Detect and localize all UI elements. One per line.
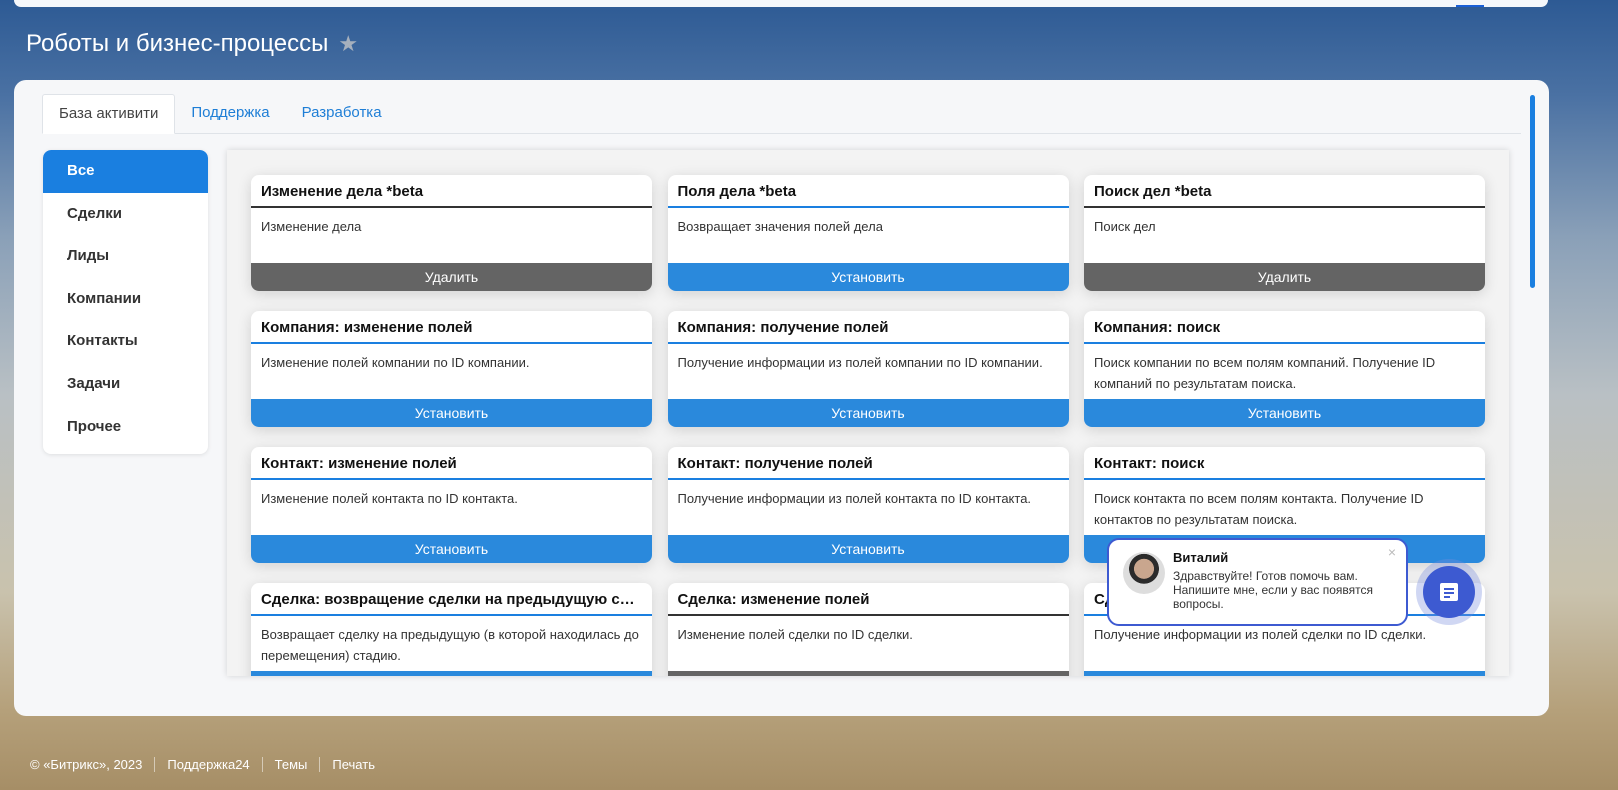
page-title: Роботы и бизнес-процессы ★	[26, 30, 358, 58]
activity-card: Поля дела *beta Возвращает значения поле…	[667, 175, 1069, 291]
card-title: Сделка: изменение полей	[667, 583, 1069, 616]
card-description: Изменение полей компании по ID компании.	[261, 355, 530, 370]
top-bar	[14, 0, 1548, 7]
sidebar-item-deals[interactable]: Сделки	[43, 193, 208, 236]
card-description: Получение информации из полей контакта п…	[677, 491, 1032, 506]
footer-copyright: © «Битрикс», 2023	[30, 757, 143, 772]
activity-card: Сделка: возвращение сделки на предыдущую…	[251, 583, 652, 676]
tab-support[interactable]: Поддержка	[175, 94, 285, 133]
card-description: Поиск дел	[1094, 219, 1156, 234]
card-title: Сделка: возвращение сделки на предыдущую…	[251, 583, 652, 616]
install-button[interactable]: Установить	[251, 535, 652, 563]
footer-link-themes[interactable]: Темы	[261, 757, 307, 772]
footer: © «Битрикс», 2023 Поддержка24 Темы Печат…	[30, 757, 375, 772]
scrollbar[interactable]	[1530, 95, 1535, 288]
card-description: Поиск контакта по всем полям контакта. П…	[1094, 491, 1424, 527]
install-button[interactable]: Установить	[667, 399, 1069, 427]
avatar	[1123, 552, 1165, 594]
install-button[interactable]: Установить	[667, 535, 1069, 563]
chat-popup[interactable]: × Виталий Здравствуйте! Готов помочь вам…	[1107, 538, 1408, 626]
card-description: Изменение дела	[261, 219, 362, 234]
tab-activity-base[interactable]: База активити	[42, 94, 176, 134]
card-title: Поиск дел *beta	[1084, 175, 1485, 208]
activity-card: Компания: изменение полей Изменение поле…	[251, 311, 652, 427]
close-icon[interactable]: ×	[1388, 544, 1396, 560]
chat-button[interactable]	[1416, 559, 1482, 625]
page-title-text: Роботы и бизнес-процессы	[26, 30, 329, 57]
install-button[interactable]: Установить	[251, 671, 652, 676]
card-description: Возвращает значения полей дела	[677, 219, 883, 234]
sidebar-item-companies[interactable]: Компании	[43, 278, 208, 321]
sidebar-item-tasks[interactable]: Задачи	[43, 363, 208, 406]
sidebar-item-all[interactable]: Все	[43, 150, 208, 193]
top-bar-indicator	[1456, 5, 1484, 7]
chat-icon	[1423, 566, 1475, 618]
card-title: Поля дела *beta	[667, 175, 1069, 208]
card-title: Контакт: поиск	[1084, 447, 1485, 480]
activity-card: Контакт: получение полей Получение инфор…	[667, 447, 1069, 563]
sidebar: Все Сделки Лиды Компании Контакты Задачи…	[43, 150, 208, 455]
card-description: Изменение полей контакта по ID контакта.	[261, 491, 518, 506]
footer-link-print[interactable]: Печать	[319, 757, 375, 772]
card-title: Контакт: изменение полей	[251, 447, 652, 480]
activity-card: Сделка: изменение полей Изменение полей …	[667, 583, 1069, 676]
install-button[interactable]: Установить	[667, 263, 1069, 291]
card-title: Компания: изменение полей	[251, 311, 652, 344]
activity-card: Контакт: изменение полей Изменение полей…	[251, 447, 652, 563]
card-description: Получение информации из полей компании п…	[677, 355, 1043, 370]
activity-card: Поиск дел *beta Поиск дел Удалить	[1084, 175, 1485, 291]
star-icon[interactable]: ★	[338, 31, 358, 57]
chat-operator-name: Виталий	[1173, 550, 1229, 565]
card-description: Изменение полей сделки по ID сделки.	[677, 627, 913, 642]
card-title: Изменение дела *beta	[251, 175, 652, 208]
delete-button[interactable]: Удалить	[1084, 263, 1485, 291]
install-button[interactable]: Установить	[251, 399, 652, 427]
sidebar-item-other[interactable]: Прочее	[43, 406, 208, 449]
sidebar-item-leads[interactable]: Лиды	[43, 235, 208, 278]
activity-card: Компания: получение полей Получение инфо…	[667, 311, 1069, 427]
delete-button[interactable]: Удалить	[251, 263, 652, 291]
delete-button[interactable]: Удалить	[667, 671, 1069, 676]
sidebar-item-contacts[interactable]: Контакты	[43, 320, 208, 363]
card-title: Компания: получение полей	[667, 311, 1069, 344]
card-description: Поиск компании по всем полям компаний. П…	[1094, 355, 1436, 391]
tab-development[interactable]: Разработка	[286, 94, 398, 133]
tabs: База активити Поддержка Разработка	[42, 94, 1521, 134]
footer-link-support[interactable]: Поддержка24	[154, 757, 250, 772]
card-title: Контакт: получение полей	[667, 447, 1069, 480]
chat-message: Здравствуйте! Готов помочь вам. Напишите…	[1173, 569, 1374, 611]
install-button[interactable]: Установить	[1084, 399, 1485, 427]
activity-card: Изменение дела *beta Изменение дела Удал…	[251, 175, 652, 291]
install-button[interactable]: Установить	[1084, 671, 1485, 676]
activity-card: Компания: поиск Поиск компании по всем п…	[1084, 311, 1485, 427]
card-title: Компания: поиск	[1084, 311, 1485, 344]
card-description: Возвращает сделку на предыдущую (в котор…	[261, 627, 639, 663]
